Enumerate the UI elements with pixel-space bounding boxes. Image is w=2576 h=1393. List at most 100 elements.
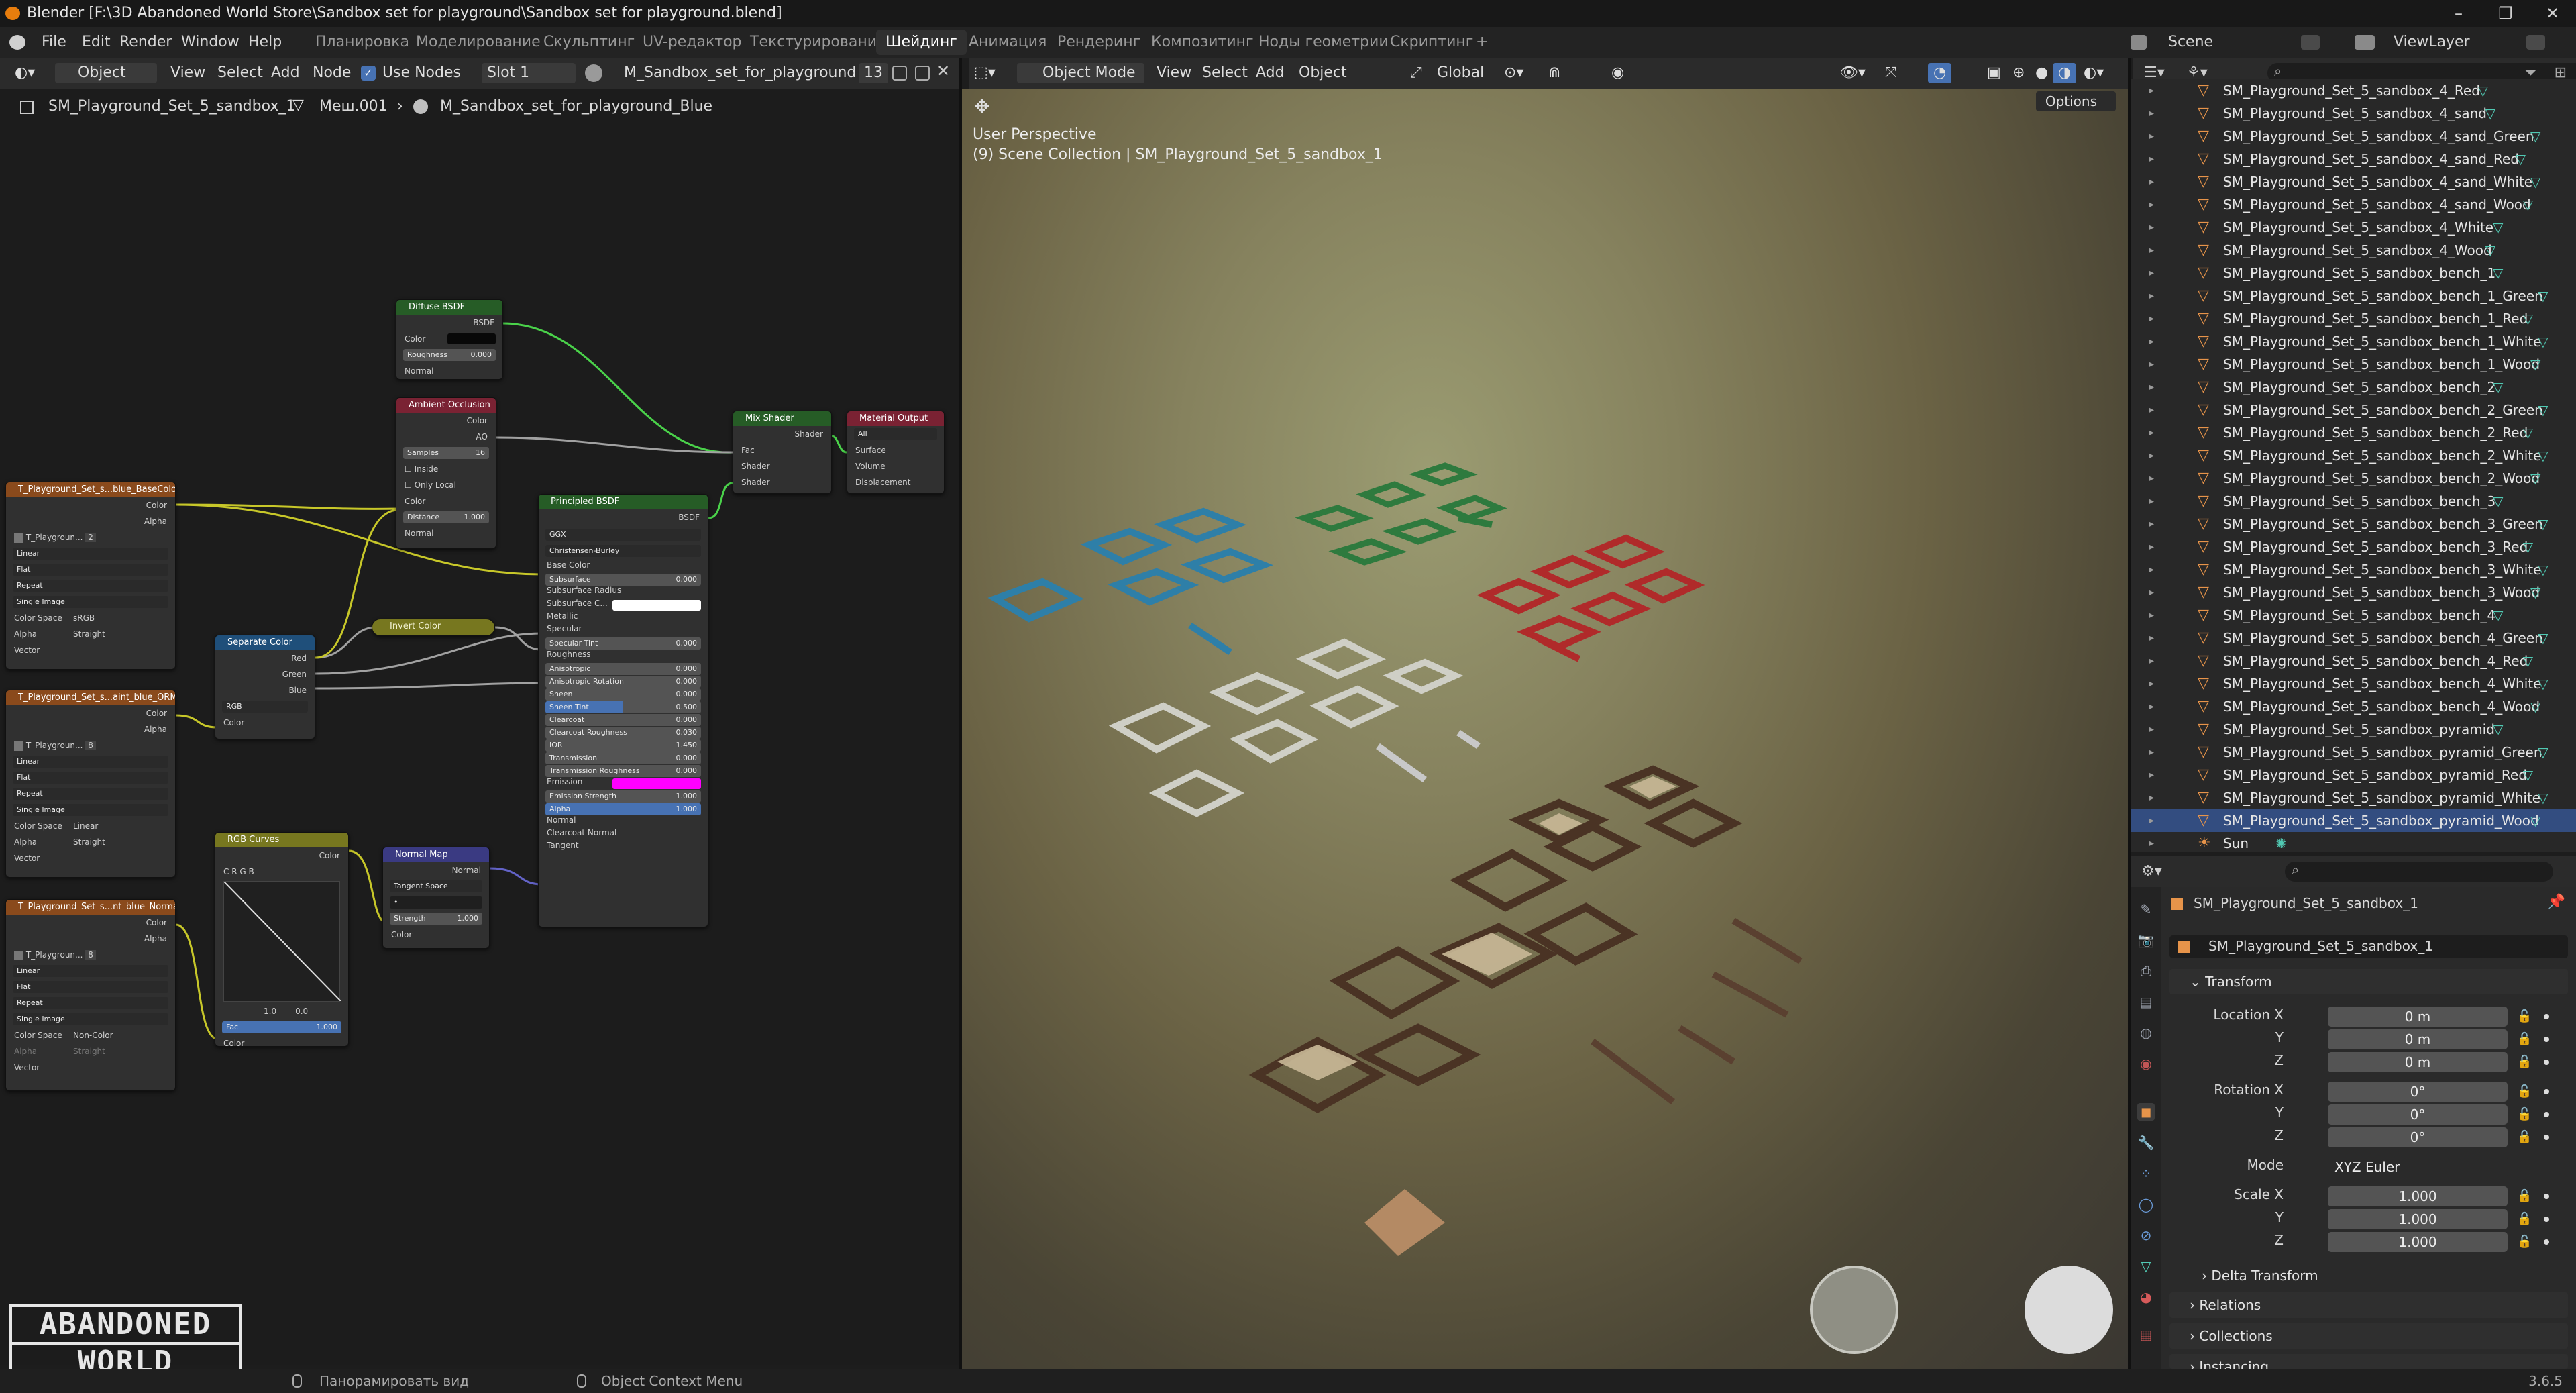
object-name-field[interactable]: SM_Playground_Set_5_sandbox_1 (2169, 935, 2568, 958)
outliner-item[interactable]: ▸ ▽ SM_Playground_Set_5_sandbox_pyramid_Re… (2131, 764, 2576, 786)
principled-input-row[interactable]: Clearcoat Roughness 0.030 (539, 725, 708, 739)
scale-y-field[interactable]: 1.000 (2328, 1209, 2508, 1229)
outliner-item[interactable]: ▸ ▽ SM_Playground_Set_5_sandbox_bench_4_Re… (2131, 650, 2576, 672)
subsurface-color-swatch[interactable] (612, 600, 701, 611)
principled-input-row[interactable]: Emission (539, 776, 708, 789)
expand-arrow-icon[interactable]: ▸ (2149, 421, 2154, 444)
visibility-icon[interactable]: 👁▾ (1834, 63, 1871, 83)
target-dropdown[interactable]: All (847, 426, 944, 442)
principled-input-row[interactable]: Transmission 0.000 (539, 750, 708, 764)
lock-icon[interactable]: 🔓 (2517, 1130, 2532, 1144)
outliner-item[interactable]: ▸ ▽ SM_Playground_Set_5_sandbox_pyramid_Gr… (2131, 741, 2576, 764)
only-local-checkbox[interactable]: ☐ Only Local (396, 477, 496, 493)
outliner-item[interactable]: ▸ ▽ SM_Playground_Set_5_sandbox_bench_1_Wo… (2131, 353, 2576, 376)
mesh-data-icon[interactable]: ▽ (2530, 695, 2540, 718)
lock-icon[interactable]: 🔓 (2517, 1189, 2532, 1203)
mesh-data-icon[interactable]: ▽ (2523, 764, 2533, 786)
relations-panel-header[interactable]: › Relations (2169, 1292, 2568, 1318)
outliner-item[interactable]: ▸ ▽ SM_Playground_Set_5_sandbox_bench_2_Re… (2131, 421, 2576, 444)
output-tab-icon[interactable]: ⎙ (2137, 962, 2155, 980)
fac-field[interactable]: Fac 1.000 (215, 1019, 348, 1035)
lock-icon[interactable]: 🔓 (2517, 1055, 2532, 1069)
principled-input-row[interactable]: Anisotropic 0.000 (539, 661, 708, 675)
keyframe-dot-icon[interactable] (2544, 1112, 2549, 1117)
rotation-z-field[interactable]: 0° (2328, 1127, 2508, 1147)
projection-dropdown[interactable]: Flat (6, 770, 175, 786)
mesh-data-icon[interactable]: ▽ (2538, 444, 2548, 467)
expand-arrow-icon[interactable]: ▸ (2149, 467, 2154, 490)
expand-arrow-icon[interactable]: ▸ (2149, 650, 2154, 672)
alpha-mode-dropdown[interactable]: Alpha Straight (6, 626, 175, 642)
channel-tabs[interactable]: C R G B (215, 864, 348, 880)
node-rgb-curves[interactable]: RGB Curves Color C R G B 1.0 0.0 Fac 1.000… (215, 832, 349, 1047)
lock-icon[interactable]: 🔓 (2517, 1084, 2532, 1098)
rotation-mode-dropdown[interactable]: XYZ Euler (2328, 1157, 2508, 1177)
viewport-menu-object[interactable]: Object (1293, 63, 1352, 83)
mesh-data-icon[interactable]: ▽ (2530, 353, 2540, 376)
transform-orientation-dropdown[interactable]: Global (1432, 63, 1489, 83)
modifier-tab-icon[interactable]: 🔧 (2137, 1134, 2155, 1151)
principled-input-row[interactable]: Metallic (539, 610, 708, 623)
expand-arrow-icon[interactable]: ▸ (2149, 148, 2154, 170)
node-texture-orm[interactable]: T_Playground_Set_s...aint_blue_ORM.png C… (5, 690, 176, 878)
particles-tab-icon[interactable]: ⁘ (2137, 1165, 2155, 1182)
view-layer-icon[interactable] (2355, 35, 2375, 50)
principled-input-row[interactable]: Anisotropic Rotation 0.000 (539, 674, 708, 688)
mesh-data-icon[interactable]: ▽ (2485, 239, 2496, 262)
principled-input-row[interactable]: Alpha 1.000 (539, 801, 708, 815)
mesh-data-icon[interactable]: ▽ (2538, 741, 2548, 764)
outliner-item[interactable]: ▸ ▽ SM_Playground_Set_5_sandbox_bench_2 ▽ (2131, 376, 2576, 399)
object-tab-icon[interactable]: ◼ (2137, 1103, 2155, 1121)
outliner-item[interactable]: ▸ ▽ SM_Playground_Set_5_sandbox_4_sand_Whi… (2131, 170, 2576, 193)
transform-panel-header[interactable]: ⌄ Transform (2169, 969, 2568, 994)
extension-dropdown[interactable]: Repeat (6, 578, 175, 594)
principled-input-row[interactable]: Specular (539, 623, 708, 635)
outliner-item[interactable]: ▸ ▽ SM_Playground_Set_5_sandbox_4_Red ▽ (2131, 79, 2576, 102)
mesh-data-icon[interactable]: ▽ (2493, 376, 2503, 399)
expand-arrow-icon[interactable]: ▸ (2149, 79, 2154, 102)
mesh-data-icon[interactable]: ▽ (2523, 307, 2533, 330)
location-y-field[interactable]: 0 m (2328, 1029, 2508, 1049)
outliner-item[interactable]: ▸ ▽ SM_Playground_Set_5_sandbox_bench_4_Gr… (2131, 627, 2576, 650)
principled-input-row[interactable]: Clearcoat Normal (539, 827, 708, 839)
delta-transform-panel-header[interactable]: › Delta Transform (2182, 1263, 2568, 1288)
viewport-menu-select[interactable]: Select (1197, 63, 1253, 83)
outliner-item[interactable]: ▸ ▽ SM_Playground_Set_5_sandbox_bench_2_Gr… (2131, 399, 2576, 421)
expand-arrow-icon[interactable]: ▸ (2149, 535, 2154, 558)
principled-input-row[interactable]: Tangent (539, 839, 708, 852)
principled-input-row[interactable]: IOR 1.450 (539, 737, 708, 752)
curve-graph[interactable] (223, 881, 341, 1002)
mesh-data-icon[interactable]: ▽ (2530, 581, 2540, 604)
mesh-data-icon[interactable]: ▽ (2478, 79, 2488, 102)
node-principled-bsdf[interactable]: Principled BSDF BSDF GGX Christensen-Bur… (538, 494, 708, 927)
scale-x-field[interactable]: 1.000 (2328, 1186, 2508, 1206)
keyframe-dot-icon[interactable] (2544, 1037, 2549, 1042)
keyframe-dot-icon[interactable] (2544, 1060, 2549, 1065)
distribution-dropdown[interactable]: GGX (539, 527, 708, 543)
subsurface-method-dropdown[interactable]: Christensen-Burley (539, 543, 708, 559)
outliner-item[interactable]: ▸ ▽ SM_Playground_Set_5_sandbox_bench_2_Wh… (2131, 444, 2576, 467)
expand-arrow-icon[interactable]: ▸ (2149, 444, 2154, 467)
add-workspace-button[interactable]: + (1476, 34, 1488, 50)
maximize-button[interactable]: ❐ (2482, 0, 2529, 27)
expand-arrow-icon[interactable]: ▸ (2149, 125, 2154, 148)
lock-icon[interactable]: 🔓 (2517, 1107, 2532, 1121)
view-layer-tab-icon[interactable]: ▤ (2137, 993, 2155, 1011)
expand-arrow-icon[interactable]: ▸ (2149, 193, 2154, 216)
lock-icon[interactable]: 🔓 (2517, 1235, 2532, 1249)
emission-color-swatch[interactable] (612, 778, 701, 789)
mesh-data-icon[interactable]: ▽ (2493, 604, 2503, 627)
outliner-item[interactable]: ▸ ▽ SM_Playground_Set_5_sandbox_pyramid_Wo… (2131, 809, 2576, 832)
distance-field[interactable]: Distance 1.000 (396, 509, 496, 525)
expand-arrow-icon[interactable]: ▸ (2149, 832, 2154, 852)
outliner-item[interactable]: ▸ ▽ SM_Playground_Set_5_sandbox_bench_3_Wh… (2131, 558, 2576, 581)
expand-arrow-icon[interactable]: ▸ (2149, 376, 2154, 399)
outliner-item[interactable]: ▸ ▽ SM_Playground_Set_5_sandbox_4_sand ▽ (2131, 102, 2576, 125)
expand-arrow-icon[interactable]: ▸ (2149, 399, 2154, 421)
mode-dropdown[interactable]: RGB (215, 699, 315, 715)
mesh-data-icon[interactable]: ▽ (2493, 216, 2503, 239)
outliner-item[interactable]: ▸ ▽ SM_Playground_Set_5_sandbox_bench_4_Wh… (2131, 672, 2576, 695)
outliner-item[interactable]: ▸ ☀ Sun ✺ (2131, 832, 2576, 852)
location-z-field[interactable]: 0 m (2328, 1052, 2508, 1072)
image-selector[interactable]: T_Playgroun... 2 (6, 529, 175, 546)
